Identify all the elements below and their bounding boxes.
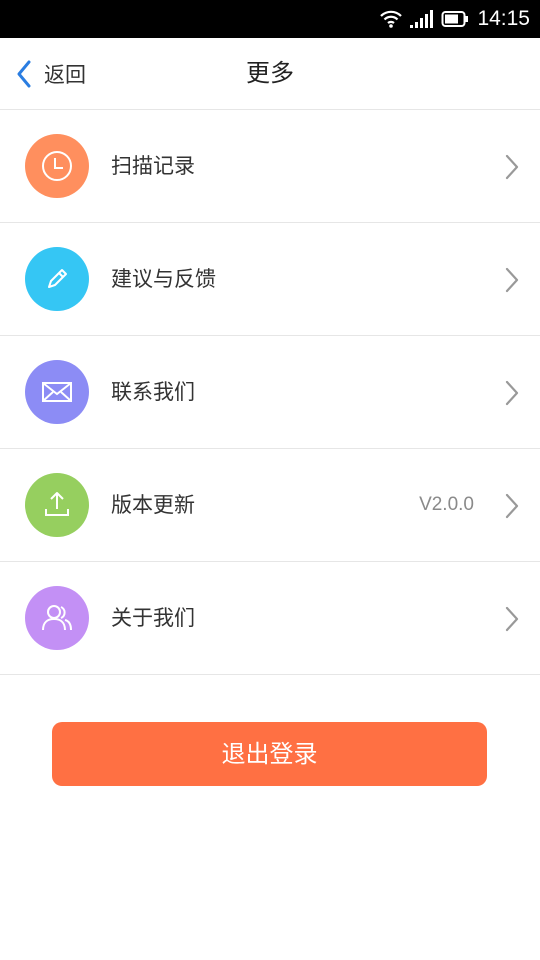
menu-item-feedback[interactable]: 建议与反馈 (0, 223, 540, 336)
chevron-right-icon (504, 154, 520, 180)
menu-item-label: 关于我们 (111, 606, 195, 630)
menu-item-label: 版本更新 (111, 493, 195, 517)
wifi-icon (379, 10, 403, 28)
menu-item-label: 扫描记录 (111, 154, 195, 178)
menu-list: 扫描记录 建议与反馈 联系我们 版本更新 V2.0.0 关于我们 (0, 110, 540, 675)
chevron-right-icon (504, 380, 520, 406)
logout-button[interactable]: 退出登录 (52, 722, 487, 786)
version-number: V2.0.0 (419, 494, 474, 515)
page-title: 更多 (246, 59, 294, 87)
menu-item-about-us[interactable]: 关于我们 (0, 562, 540, 675)
pencil-icon (25, 247, 89, 311)
menu-item-label: 联系我们 (111, 380, 195, 404)
navigation-bar: 返回 更多 (0, 38, 540, 110)
users-icon (25, 586, 89, 650)
chevron-right-icon (504, 606, 520, 632)
battery-icon (441, 10, 469, 28)
menu-item-version-update[interactable]: 版本更新 V2.0.0 (0, 449, 540, 562)
upload-icon (25, 473, 89, 537)
cellular-signal-icon (409, 9, 435, 29)
chevron-right-icon (504, 493, 520, 519)
status-bar: 14:15 (0, 0, 540, 38)
menu-item-label: 建议与反馈 (111, 267, 216, 291)
clock-icon (25, 134, 89, 198)
menu-item-scan-history[interactable]: 扫描记录 (0, 110, 540, 223)
chevron-right-icon (504, 267, 520, 293)
status-time: 14:15 (477, 7, 530, 30)
menu-item-contact-us[interactable]: 联系我们 (0, 336, 540, 449)
envelope-icon (25, 360, 89, 424)
status-indicators: 14:15 (379, 0, 530, 38)
